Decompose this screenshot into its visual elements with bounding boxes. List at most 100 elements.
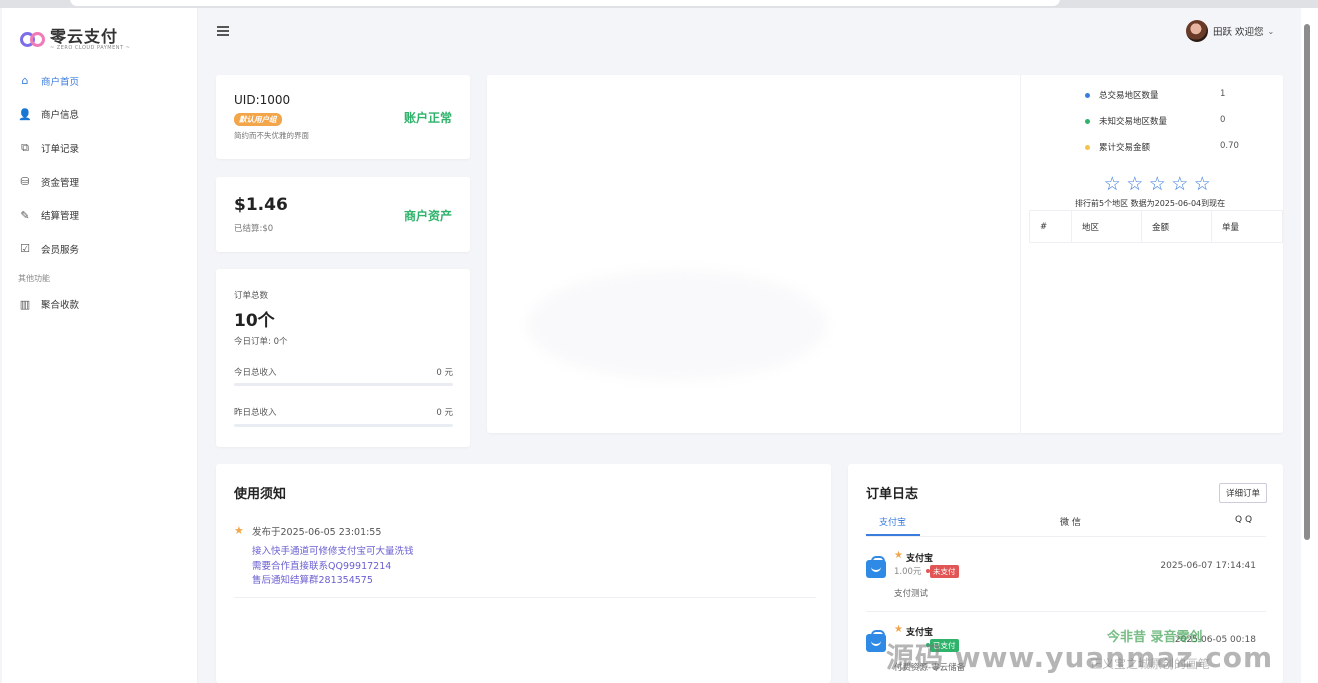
notice-divider — [234, 597, 816, 598]
map-divider — [1020, 75, 1021, 433]
sidebar: 零云支付 ~ ZERO CLOUD PAYMENT ~ ⌂ 商户首页 👤 商户信… — [2, 8, 198, 683]
sidebar-item-membership[interactable]: ☑ 会员服务 — [2, 232, 198, 266]
today-income-label: 今日总收入 — [234, 368, 277, 378]
stat-label: 总交易地区数量 — [1099, 91, 1159, 101]
sidebar-item-label: 商户首页 — [41, 76, 80, 88]
star-icon: ☆ — [1171, 173, 1189, 195]
funds-icon: ⛁ — [20, 175, 30, 189]
star-icon: ☆ — [1193, 173, 1211, 195]
tab-wechat[interactable]: 微 信 — [1060, 515, 1081, 528]
orders-card: 订单总数 10个 今日订单: 0个 今日总收入 0 元 昨日总收入 0 元 — [216, 269, 470, 447]
today-income-row: 今日总收入 0 元 — [234, 366, 453, 378]
sidebar-item-label: 会员服务 — [41, 244, 80, 256]
sidebar-item-aggregate-payment[interactable]: ▥ 聚合收款 — [2, 288, 198, 322]
user-group-badge: 默认用户组 — [234, 113, 282, 126]
check-icon: ☑ — [20, 242, 30, 256]
browser-strip — [0, 0, 1318, 8]
detail-orders-button[interactable]: 详细订单 — [1218, 483, 1267, 503]
star-icon: ☆ — [1103, 173, 1121, 195]
tab-baseline — [866, 536, 1266, 537]
status-badge: 未支付 — [930, 565, 959, 578]
today-orders: 今日订单: 0个 — [234, 337, 288, 347]
legend-dot — [1085, 119, 1090, 124]
sidebar-item-label: 结算管理 — [41, 211, 80, 223]
notice-card: 使用须知 ★ 发布于2025-06-05 23:01:55 接入快手通道可修修支… — [216, 464, 831, 683]
shopping-bag-icon — [866, 630, 886, 652]
stat-value: 1 — [1220, 89, 1226, 99]
region-map-card: 总交易地区数量 1 未知交易地区数量 0 累计交易金额 0.70 ☆ ☆ ☆ ☆… — [487, 75, 1283, 433]
yesterday-income-label: 昨日总收入 — [234, 408, 277, 418]
chevron-down-icon: ⌄ — [1267, 26, 1275, 36]
order-amount: 1.00元 — [894, 567, 922, 577]
star-icon: ★ — [234, 524, 244, 537]
sidebar-item-merchant-info[interactable]: 👤 商户信息 — [2, 98, 198, 132]
stat-unknown-regions: 未知交易地区数量 0 — [1085, 115, 1285, 129]
star-icon: ★ — [894, 550, 903, 561]
account-description: 简约而不失优雅的界面 — [234, 131, 309, 140]
logo-rings-icon — [20, 29, 46, 49]
user-greeting: 田跃 欢迎您 — [1213, 27, 1264, 38]
column-header-region: 地区 — [1071, 210, 1142, 243]
order-description: 支付测试 — [894, 589, 929, 599]
stat-total-amount: 累计交易金额 0.70 — [1085, 141, 1285, 155]
address-bar[interactable] — [70, 0, 1060, 6]
order-log-title: 订单日志 — [866, 487, 919, 502]
order-time: 2025-06-07 17:14:41 — [1160, 561, 1256, 571]
tab-qq[interactable]: Q Q — [1235, 515, 1252, 525]
watermark-main: 源码 www.yuanmaz.com — [886, 641, 1274, 674]
list-item[interactable]: ★ 支付宝 1.00元 未支付 2025-06-07 17:14:41 支付测试 — [866, 546, 1266, 614]
avatar — [1186, 20, 1208, 42]
sidebar-item-label: 聚合收款 — [41, 300, 80, 312]
watermark-sub: 正义宝之城原创的画笔 — [1090, 657, 1211, 671]
column-header-index: # — [1029, 210, 1072, 243]
yesterday-income-row: 昨日总收入 0 元 — [234, 406, 453, 418]
sidebar-item-home[interactable]: ⌂ 商户首页 — [2, 64, 198, 98]
sidebar-item-label: 资金管理 — [41, 177, 80, 189]
stat-label: 累计交易金额 — [1099, 143, 1151, 153]
shopping-bag-icon — [866, 556, 886, 578]
sidebar-item-orders[interactable]: ⧉ 订单记录 — [2, 131, 198, 165]
region-ranking-table: # 地区 金额 单量 — [1029, 210, 1283, 243]
orders-total-value: 10个 — [234, 311, 275, 331]
yesterday-income-value: 0 元 — [436, 408, 453, 418]
map-placeholder — [527, 270, 827, 380]
table-header-row: # 地区 金额 单量 — [1029, 210, 1283, 243]
column-header-amount: 金额 — [1141, 210, 1212, 243]
list-divider — [866, 611, 1266, 612]
today-income-progress — [234, 383, 453, 386]
legend-dot — [1085, 93, 1090, 98]
stat-value: 0.70 — [1220, 141, 1239, 151]
rating-stars: ☆ ☆ ☆ ☆ ☆ — [1101, 173, 1214, 195]
notice-date: 发布于2025-06-05 23:01:55 — [252, 527, 382, 538]
star-icon: ☆ — [1126, 173, 1144, 195]
user-id: UID:1000 — [234, 93, 291, 107]
stat-value: 0 — [1220, 115, 1226, 125]
asset-amount: $1.46 — [234, 195, 288, 215]
order-icon: ⧉ — [21, 140, 29, 154]
sidebar-item-settlement[interactable]: ✎ 结算管理 — [2, 198, 198, 232]
brand-logo[interactable]: 零云支付 ~ ZERO CLOUD PAYMENT ~ — [20, 24, 130, 54]
scrollbar-thumb[interactable] — [1304, 24, 1310, 540]
sidebar-item-label: 订单记录 — [41, 143, 80, 155]
yesterday-income-progress — [234, 424, 453, 427]
account-status: 账户正常 — [403, 111, 452, 125]
user-menu[interactable]: 田跃 欢迎您 ⌄ — [1186, 20, 1274, 42]
notice-line: 接入快手通道可修修支付宝可大量洗钱 — [252, 546, 414, 557]
account-card: UID:1000 默认用户组 简约而不失优雅的界面 账户正常 — [216, 75, 470, 159]
tab-alipay[interactable]: 支付宝 — [879, 515, 906, 528]
notice-line: 需要合作直接联系QQ99917214 — [252, 561, 392, 572]
sidebar-nav: ⌂ 商户首页 👤 商户信息 ⧉ 订单记录 ⛁ 资金管理 ✎ 结算管理 ☑ 会员服… — [2, 64, 198, 321]
brand-title: 零云支付 — [50, 26, 119, 46]
legend-dot — [1085, 145, 1090, 150]
sidebar-item-label: 商户信息 — [41, 110, 80, 122]
today-income-value: 0 元 — [436, 368, 453, 378]
settled-amount: 已结算:$0 — [234, 224, 274, 234]
menu-toggle-icon[interactable] — [217, 26, 229, 36]
users-icon: 👤 — [18, 107, 32, 121]
stat-total-regions: 总交易地区数量 1 — [1085, 89, 1285, 103]
star-icon: ☆ — [1148, 173, 1166, 195]
asset-card: $1.46 已结算:$0 商户资产 — [216, 177, 470, 252]
sidebar-item-funds[interactable]: ⛁ 资金管理 — [2, 165, 198, 199]
column-header-count: 单量 — [1211, 210, 1283, 243]
notice-title: 使用须知 — [234, 487, 287, 502]
